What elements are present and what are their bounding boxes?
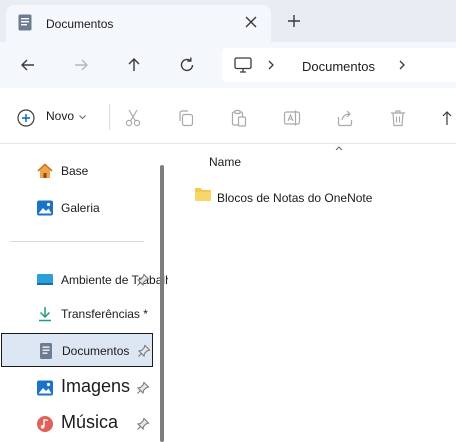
sidebar-item-label: Transferências *: [61, 307, 148, 321]
sidebar-item-label: Imagens: [61, 376, 131, 396]
sidebar-scrollbar[interactable]: [160, 165, 164, 442]
pin-icon[interactable]: [136, 381, 150, 395]
rename-icon[interactable]: [282, 108, 302, 128]
delete-icon[interactable]: [388, 108, 408, 128]
share-icon[interactable]: [335, 108, 355, 128]
file-list: Name Blocos de Notas do OneNote: [168, 145, 456, 442]
folder-icon: [195, 188, 211, 201]
pin-icon[interactable]: [137, 344, 151, 358]
tab-documentos[interactable]: Documentos: [6, 5, 271, 42]
navigation-pane: Base Galeria Ambiente de Trabalho Transf…: [0, 145, 178, 442]
sidebar-item-desktop[interactable]: Ambiente de Trabalho: [1, 263, 178, 297]
sidebar-item-base[interactable]: Base: [1, 154, 153, 188]
breadcrumb-documentos[interactable]: Documentos: [302, 59, 375, 74]
documents-icon: [40, 343, 52, 359]
sidebar-item-label: Base: [61, 164, 89, 178]
command-separator: [109, 104, 110, 130]
sidebar-item-label: Música: [61, 412, 119, 432]
tab-title: Documentos: [46, 17, 114, 31]
pin-icon[interactable]: [136, 417, 150, 431]
sidebar-item-documents[interactable]: Documentos: [1, 333, 153, 367]
new-button[interactable]: Novo: [14, 106, 94, 128]
sidebar-divider: [10, 241, 144, 242]
gallery-icon: [37, 200, 53, 216]
copy-icon[interactable]: [176, 108, 196, 128]
column-header-name[interactable]: Name: [209, 155, 241, 169]
command-bar: Novo: [0, 88, 456, 144]
chevron-down-icon: [79, 115, 86, 120]
sidebar-item-pictures[interactable]: Imagens: [1, 371, 153, 405]
download-icon: [39, 307, 51, 322]
file-name: Blocos de Notas do OneNote: [217, 191, 373, 205]
sidebar-item-galeria[interactable]: Galeria: [1, 191, 153, 225]
music-icon: [37, 416, 53, 432]
refresh-icon[interactable]: [177, 55, 197, 75]
sidebar-item-music[interactable]: Música: [1, 407, 153, 441]
cut-icon[interactable]: [123, 108, 143, 128]
pictures-icon: [37, 380, 53, 396]
new-button-label: Novo: [46, 109, 75, 123]
forward-arrow-icon[interactable]: [71, 55, 91, 75]
sidebar-item-label: Documentos: [62, 344, 130, 358]
sort-icon[interactable]: [440, 108, 456, 128]
home-icon: [37, 163, 53, 178]
back-arrow-icon[interactable]: [18, 55, 38, 75]
new-tab-icon[interactable]: [284, 11, 304, 31]
computer-icon: [234, 57, 252, 73]
desktop-icon: [37, 274, 53, 285]
paste-icon[interactable]: [229, 108, 249, 128]
chevron-up-icon: [335, 146, 343, 151]
chevron-right-icon[interactable]: [266, 59, 276, 71]
navigation-bar: Documentos: [0, 42, 456, 88]
close-icon[interactable]: [241, 12, 261, 32]
pin-icon[interactable]: [136, 273, 150, 287]
sidebar-item-downloads[interactable]: Transferências *: [1, 297, 153, 331]
address-bar[interactable]: Documentos: [222, 48, 456, 82]
add-circle-icon: [17, 109, 35, 127]
sidebar-item-label: Galeria: [61, 201, 100, 215]
up-arrow-icon[interactable]: [124, 55, 144, 75]
chevron-right-icon[interactable]: [397, 59, 407, 71]
tab-strip: Documentos: [0, 0, 456, 42]
documents-icon: [18, 14, 32, 31]
list-item[interactable]: Blocos de Notas do OneNote: [194, 186, 434, 208]
